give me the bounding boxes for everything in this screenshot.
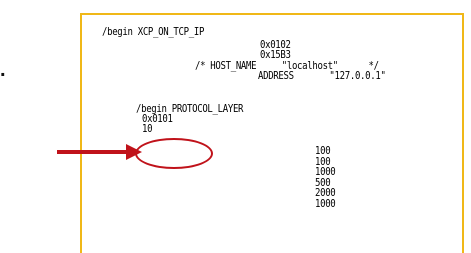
highlight-ellipse <box>135 138 213 169</box>
line-value-6: 1000 <box>315 197 336 210</box>
edge-glyph: . <box>0 59 6 81</box>
code-document-panel: /begin XCP_ON_TCP_IP 0x0102 0x15B3 /* HO… <box>80 13 464 253</box>
line-highlighted-value: 10 <box>142 122 153 135</box>
line-begin-xcp-on-tcp-ip: /begin XCP_ON_TCP_IP <box>102 25 205 38</box>
line-address: ADDRESS "127.0.0.1" <box>258 69 386 82</box>
pointer-arrow-shaft <box>57 150 129 154</box>
